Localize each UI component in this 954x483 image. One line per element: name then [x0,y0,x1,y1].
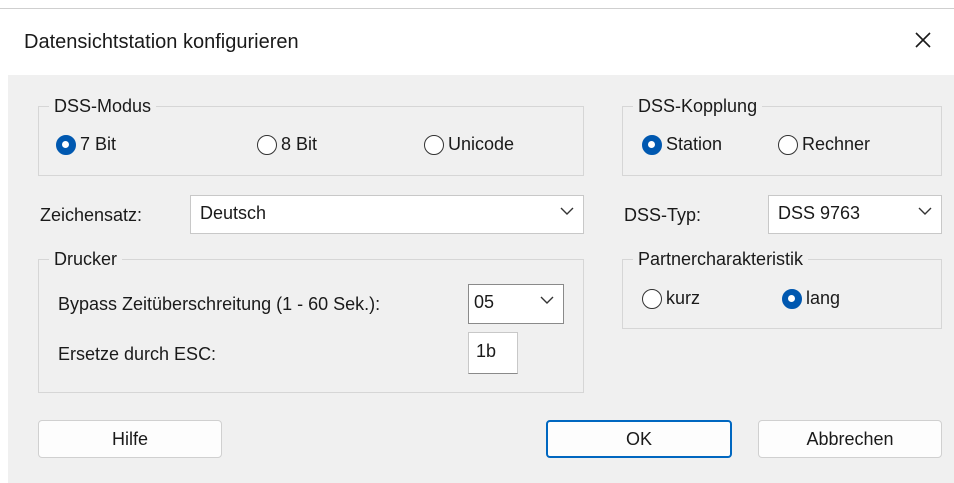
radio-rechner-indicator [778,134,798,155]
radio-lang-label: lang [806,288,841,308]
dss-kopplung-legend: DSS-Kopplung [633,95,763,117]
radio-7bit-label: 7 Bit [80,134,117,154]
radio-unicode-label: Unicode [448,134,515,154]
radio-station-label: Station [666,134,723,154]
radio-7bit[interactable]: 7 Bit [56,134,116,155]
bypass-label: Bypass Zeitüberschreitung (1 - 60 Sek.): [58,294,381,314]
dss-typ-label: DSS-Typ: [624,205,702,225]
radio-8bit-label: 8 Bit [281,134,318,154]
radio-lang-indicator [782,288,802,309]
radio-kurz[interactable]: kurz [642,288,700,309]
radio-rechner[interactable]: Rechner [778,134,870,155]
chevron-down-icon [540,296,554,304]
radio-8bit[interactable]: 8 Bit [257,134,317,155]
zeichensatz-label: Zeichensatz: [40,205,143,225]
chevron-down-icon [560,207,574,215]
zeichensatz-select[interactable]: Deutsch [190,195,584,234]
chevron-down-icon [918,207,932,215]
radio-unicode-indicator [424,134,444,155]
partner-legend: Partnercharakteristik [633,248,809,270]
radio-7bit-indicator [56,134,76,155]
bypass-select[interactable]: 05 [468,284,564,324]
close-button[interactable] [906,23,940,57]
esc-value: 1b [476,341,497,361]
radio-kurz-indicator [642,288,662,309]
title-bar: Datensichtstation konfigurieren [0,8,954,75]
esc-label: Ersetze durch ESC: [58,344,217,364]
radio-station[interactable]: Station [642,134,722,155]
dss-typ-value: DSS 9763 [778,203,861,223]
config-dialog: Datensichtstation konfigurieren DSS-Modu… [0,0,954,483]
radio-station-indicator [642,134,662,155]
dialog-title: Datensichtstation konfigurieren [24,31,299,53]
radio-8bit-indicator [257,134,277,155]
esc-input[interactable]: 1b [468,332,518,374]
help-button[interactable]: Hilfe [38,420,222,458]
drucker-legend: Drucker [49,248,123,270]
ok-button[interactable]: OK [546,420,732,458]
close-icon [915,32,931,48]
radio-rechner-label: Rechner [802,134,871,154]
radio-lang[interactable]: lang [782,288,840,309]
top-strip [0,0,954,8]
zeichensatz-value: Deutsch [200,203,267,223]
dss-typ-select[interactable]: DSS 9763 [768,195,942,234]
cancel-button[interactable]: Abbrechen [758,420,942,458]
dss-modus-legend: DSS-Modus [49,95,157,117]
bypass-value: 05 [474,292,495,312]
left-edge [0,74,8,483]
radio-kurz-label: kurz [666,288,701,308]
radio-unicode[interactable]: Unicode [424,134,514,155]
